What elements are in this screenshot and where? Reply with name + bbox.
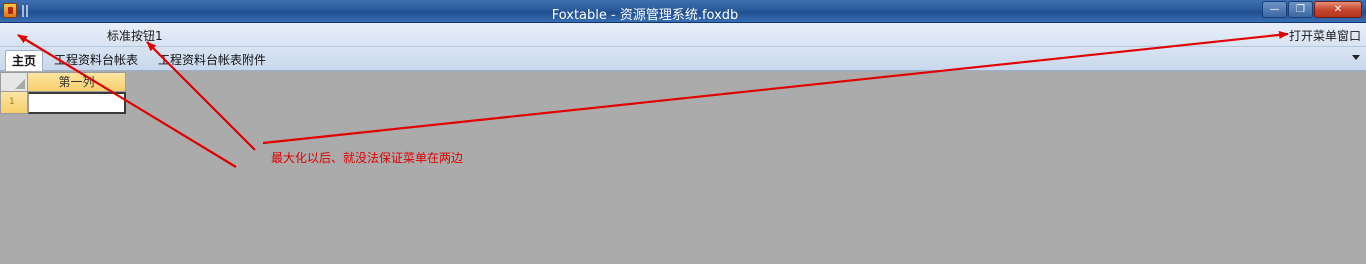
arrow-to-open-menu-button: [262, 30, 1289, 145]
annotation-text: 最大化以后、就没法保证菜单在两边: [271, 151, 464, 165]
arrow-to-standard-button: [146, 41, 256, 151]
annotation-arrows: [17, 30, 1289, 168]
arrow-to-app-icon: [17, 34, 237, 168]
